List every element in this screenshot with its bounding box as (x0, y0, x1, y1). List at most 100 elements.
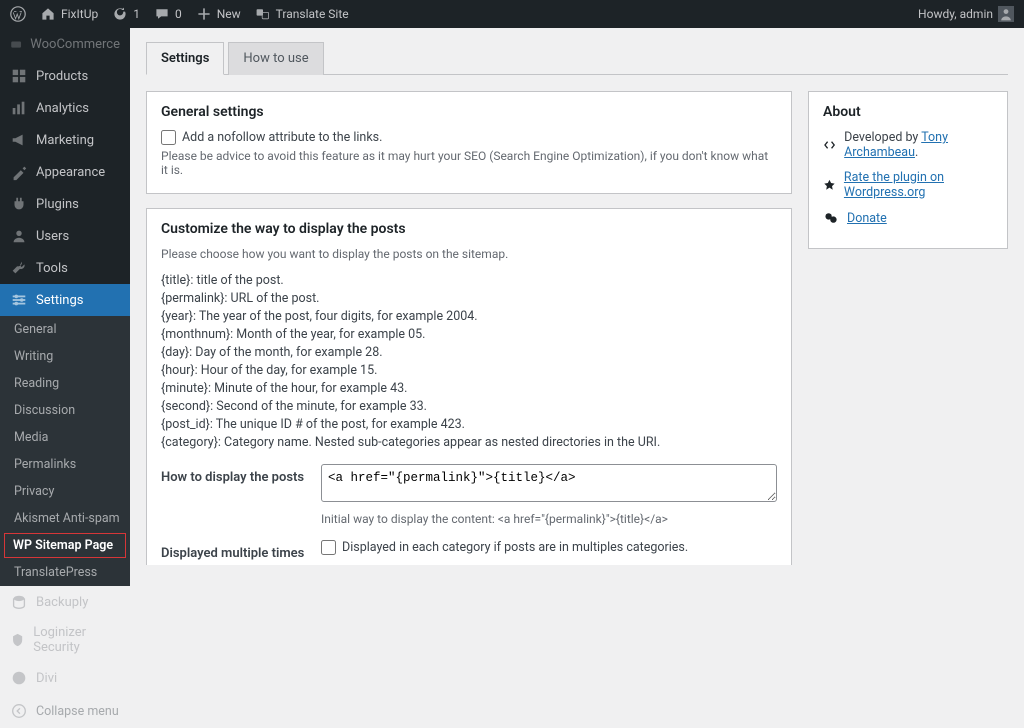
wordpress-icon (10, 6, 26, 22)
menu-loginizer[interactable]: Loginizer Security (0, 618, 130, 662)
appearance-icon (10, 163, 28, 181)
menu-label: Backuply (36, 595, 88, 610)
wp-logo[interactable] (10, 6, 26, 22)
new-link[interactable]: New (196, 6, 241, 22)
comments-count: 0 (175, 7, 182, 21)
translate-label: Translate Site (276, 7, 349, 21)
admin-bar-right: Howdy, admin (918, 6, 1014, 22)
menu-label: Divi (36, 671, 57, 686)
products-icon (10, 67, 28, 85)
placeholder-item: {hour}: Hour of the day, for example 15. (161, 363, 777, 378)
menu-label: Loginizer Security (33, 625, 120, 655)
howdy-text: Howdy, admin (918, 7, 993, 21)
menu-label: Marketing (36, 133, 94, 148)
submenu-general[interactable]: General (0, 316, 130, 343)
customize-intro: Please choose how you want to display th… (161, 247, 777, 261)
menu-label: Users (36, 229, 69, 244)
menu-label: Appearance (36, 165, 105, 180)
submenu-writing[interactable]: Writing (0, 343, 130, 370)
rate-link[interactable]: Rate the plugin on Wordpress.org (844, 170, 993, 200)
menu-label: Products (36, 69, 88, 84)
loginizer-icon (10, 631, 25, 649)
menu-backuply[interactable]: Backuply (0, 586, 130, 618)
menu-marketing[interactable]: Marketing (0, 124, 130, 156)
placeholder-item: {monthnum}: Month of the year, for examp… (161, 327, 777, 342)
woo-icon (10, 35, 22, 53)
translate-link[interactable]: Translate Site (255, 6, 349, 22)
nofollow-label: Add a nofollow attribute to the links. (182, 130, 382, 145)
placeholder-item: {category}: Category name. Nested sub-ca… (161, 435, 777, 450)
settings-icon (10, 291, 28, 309)
howto-label: How to display the posts (161, 464, 321, 485)
submenu-privacy[interactable]: Privacy (0, 478, 130, 505)
donate-link[interactable]: Donate (847, 211, 887, 226)
account-link[interactable]: Howdy, admin (918, 6, 1014, 22)
code-icon (823, 137, 836, 153)
howto-hint: Initial way to display the content: <a h… (321, 512, 777, 526)
site-name-link[interactable]: FixItUp (40, 6, 98, 22)
menu-label: Plugins (36, 197, 79, 212)
content-area: Settings How to use General settings Add… (130, 28, 1024, 565)
menu-label: Settings (36, 293, 83, 308)
multi-label: Displayed multiple times (161, 540, 321, 561)
menu-settings[interactable]: Settings (0, 284, 130, 316)
comment-icon (154, 6, 170, 22)
comments-link[interactable]: 0 (154, 6, 182, 22)
customize-heading: Customize the way to display the posts (161, 221, 777, 237)
divi-icon (10, 669, 28, 687)
new-label: New (217, 7, 241, 21)
tab-how-to-use[interactable]: How to use (228, 42, 323, 75)
plugins-icon (10, 195, 28, 213)
site-name: FixItUp (61, 7, 98, 21)
placeholder-item: {post_id}: The unique ID # of the post, … (161, 417, 777, 432)
menu-tools[interactable]: Tools (0, 252, 130, 284)
placeholder-item: {permalink}: URL of the post. (161, 291, 777, 306)
collapse-menu[interactable]: Collapse menu (0, 694, 130, 728)
submenu-translatepress[interactable]: TranslatePress (0, 559, 130, 586)
collapse-icon (10, 702, 28, 720)
placeholder-item: {minute}: Minute of the hour, for exampl… (161, 381, 777, 396)
placeholder-item: {second}: Second of the minute, for exam… (161, 399, 777, 414)
howto-textarea[interactable] (321, 464, 777, 502)
submenu-media[interactable]: Media (0, 424, 130, 451)
translate-icon (255, 6, 271, 22)
submenu-wp-sitemap-page[interactable]: WP Sitemap Page (4, 533, 126, 558)
admin-sidebar: WooCommerce Products Analytics Marketing App… (0, 28, 130, 565)
plus-icon (196, 6, 212, 22)
menu-plugins[interactable]: Plugins (0, 188, 130, 220)
submenu-akismet-anti-spam[interactable]: Akismet Anti-spam (0, 505, 130, 532)
collapse-label: Collapse menu (36, 704, 119, 719)
admin-bar: FixItUp 1 0 New Translate Site Howdy, ad… (0, 0, 1024, 28)
placeholder-item: {title}: title of the post. (161, 273, 777, 288)
menu-label: WooCommerce (30, 37, 120, 52)
about-panel: About Developed by Tony Archambeau. Rate… (808, 91, 1008, 249)
submenu-reading[interactable]: Reading (0, 370, 130, 397)
menu-analytics[interactable]: Analytics (0, 92, 130, 124)
menu-divi[interactable]: Divi (0, 662, 130, 694)
updates-link[interactable]: 1 (112, 6, 140, 22)
submenu-permalinks[interactable]: Permalinks (0, 451, 130, 478)
general-heading: General settings (161, 104, 777, 120)
developed-by: Developed by Tony Archambeau. (844, 130, 993, 160)
menu-products[interactable]: Products (0, 60, 130, 92)
menu-appearance[interactable]: Appearance (0, 156, 130, 188)
about-heading: About (823, 104, 993, 120)
menu-label: Analytics (36, 101, 89, 116)
multi-checkbox[interactable] (321, 540, 336, 555)
update-icon (112, 6, 128, 22)
menu-label: Tools (36, 261, 68, 276)
placeholder-list: {title}: title of the post. {permalink}: … (161, 273, 777, 450)
menu-woo[interactable]: WooCommerce (0, 28, 130, 60)
submenu-discussion[interactable]: Discussion (0, 397, 130, 424)
star-icon (823, 177, 836, 193)
placeholder-item: {day}: Day of the month, for example 28. (161, 345, 777, 360)
updates-count: 1 (133, 7, 140, 21)
nofollow-hint: Please be advice to avoid this feature a… (161, 149, 777, 177)
customize-panel: Customize the way to display the posts P… (146, 208, 792, 565)
admin-bar-left: FixItUp 1 0 New Translate Site (10, 6, 349, 22)
tab-settings[interactable]: Settings (146, 42, 224, 75)
nofollow-checkbox[interactable] (161, 130, 176, 145)
menu-users[interactable]: Users (0, 220, 130, 252)
users-icon (10, 227, 28, 245)
avatar-icon (998, 6, 1014, 22)
